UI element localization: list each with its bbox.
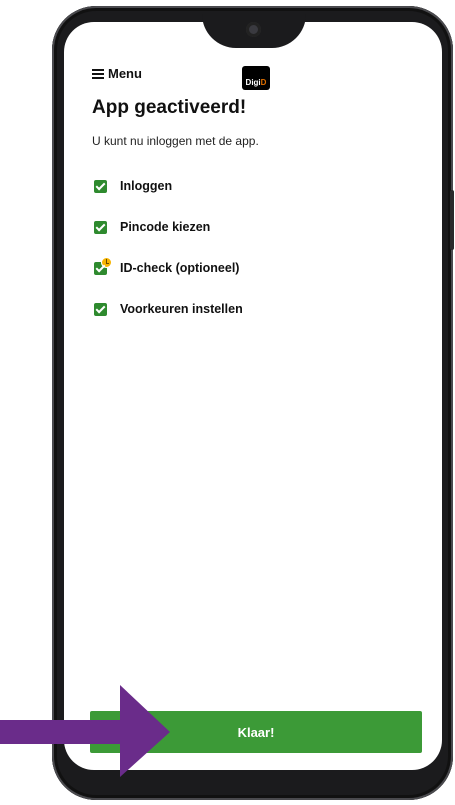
app-header: Menu Digi D: [92, 66, 422, 90]
step-label: Voorkeuren instellen: [120, 302, 243, 316]
step-label: Pincode kiezen: [120, 220, 211, 234]
check-clock-icon: [94, 257, 112, 275]
step-item-id-check: ID-check (optioneel): [94, 257, 243, 299]
step-label: Inloggen: [120, 179, 173, 193]
digid-logo: Digi D: [242, 66, 270, 90]
clock-icon: [101, 257, 112, 268]
step-item-voorkeuren: Voorkeuren instellen: [94, 299, 243, 340]
logo-accent-text: D: [260, 78, 267, 87]
check-icon: [94, 303, 107, 316]
step-item-inloggen: Inloggen: [94, 176, 243, 217]
check-icon: [94, 180, 107, 193]
hamburger-icon: [92, 68, 104, 79]
activation-steps-list: Inloggen Pincode kiezen ID-check (option…: [94, 176, 243, 340]
step-item-pincode: Pincode kiezen: [94, 217, 243, 258]
phone-side-button: [450, 190, 454, 250]
annotation-arrow-icon: [0, 685, 170, 777]
menu-label: Menu: [108, 66, 142, 81]
check-icon: [94, 221, 107, 234]
logo-text: Digi: [245, 78, 261, 87]
page-subtitle: U kunt nu inloggen met de app.: [92, 134, 259, 148]
step-label: ID-check (optioneel): [120, 261, 240, 275]
menu-button[interactable]: Menu: [92, 66, 142, 81]
page-title: App geactiveerd!: [92, 97, 247, 118]
front-camera-icon: [246, 22, 261, 37]
